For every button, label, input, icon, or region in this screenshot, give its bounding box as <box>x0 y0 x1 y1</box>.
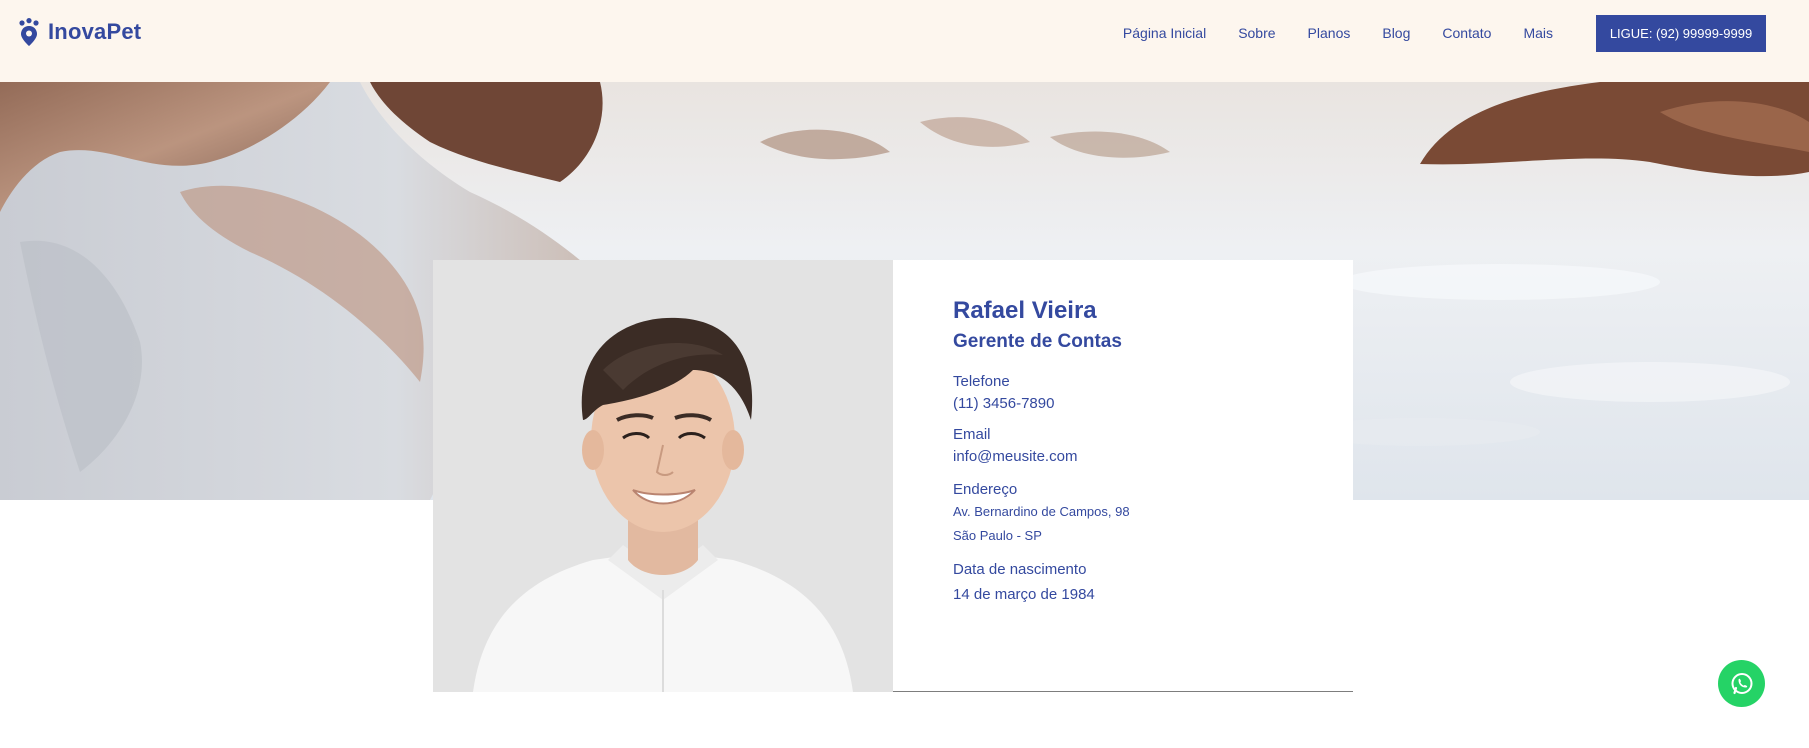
nav-about[interactable]: Sobre <box>1222 25 1291 41</box>
nav-blog[interactable]: Blog <box>1366 25 1426 41</box>
birth-label: Data de nascimento <box>953 561 1087 578</box>
profile-role: Gerente de Contas <box>953 331 1122 352</box>
profile-name: Rafael Vieira <box>953 297 1097 324</box>
profile-info: Rafael Vieira Gerente de Contas Telefone… <box>953 296 1333 605</box>
whatsapp-button[interactable] <box>1718 660 1765 707</box>
nav-contact[interactable]: Contato <box>1426 25 1507 41</box>
phone-value: (11) 3456-7890 <box>953 395 1055 412</box>
nav-more[interactable]: Mais <box>1507 25 1569 41</box>
address-line-2: São Paulo - SP <box>953 528 1042 543</box>
email-value[interactable]: info@meusite.com <box>953 447 1333 467</box>
birth-value: 14 de março de 1984 <box>953 586 1095 603</box>
main-nav: Página Inicial Sobre Planos Blog Contato… <box>1107 25 1569 41</box>
whatsapp-icon <box>1731 672 1752 694</box>
call-button[interactable]: LIGUE: (92) 99999-9999 <box>1596 15 1766 52</box>
logo-link[interactable]: InovaPet <box>18 18 141 46</box>
site-header: InovaPet Página Inicial Sobre Planos Blo… <box>0 0 1809 82</box>
paw-pin-icon <box>19 18 39 46</box>
address-label: Endereço <box>953 481 1018 498</box>
address-line-1: Av. Bernardino de Campos, 98 <box>953 504 1130 519</box>
email-label: Email <box>953 426 991 443</box>
nav-home[interactable]: Página Inicial <box>1107 25 1222 41</box>
profile-photo <box>433 260 893 692</box>
profile-card: Rafael Vieira Gerente de Contas Telefone… <box>433 260 1353 692</box>
nav-plans[interactable]: Planos <box>1292 25 1367 41</box>
logo-text: InovaPet <box>48 19 142 44</box>
phone-label: Telefone <box>953 373 1010 390</box>
